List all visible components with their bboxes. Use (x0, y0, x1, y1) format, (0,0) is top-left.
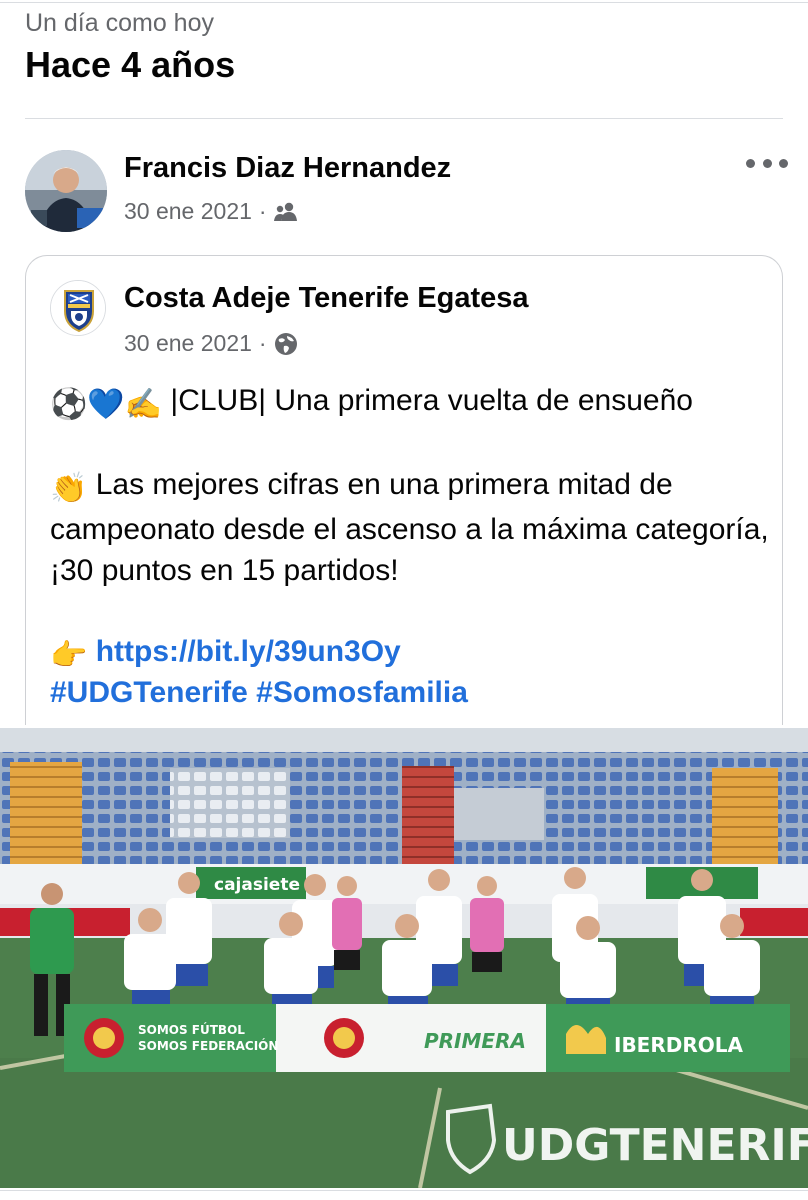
post-photo[interactable]: cajasiete SOMOS FÚTBOL SOMOS FEDERACIÓN … (0, 728, 808, 1188)
globe-icon (274, 332, 297, 355)
pointing-emoji: 👉 (50, 639, 88, 672)
banner-cajasiete: cajasiete (214, 875, 300, 895)
meta-separator: · (258, 198, 267, 224)
shared-post-meta: 30 ene 2021 · (124, 330, 298, 357)
headline-text: |CLUB| Una primera vuelta de ensueño (170, 384, 693, 417)
bottom-divider (0, 1190, 808, 1191)
author-avatar-image (25, 150, 107, 232)
post-body: 👏 Las mejores cifras en una primera mita… (50, 464, 770, 591)
club-crest-icon (51, 281, 105, 335)
author-avatar[interactable] (25, 150, 107, 232)
page-name[interactable]: Costa Adeje Tenerife Egatesa (124, 282, 529, 315)
post-hashtags: #UDGTenerife #Somosfamilia (50, 672, 770, 713)
post-date[interactable]: 30 ene 2021 (124, 198, 252, 225)
memory-title: Hace 4 años (25, 44, 236, 85)
page-logo[interactable] (50, 280, 106, 336)
section-divider (25, 118, 783, 119)
memory-kicker: Un día como hoy (25, 9, 214, 37)
shared-post-date[interactable]: 30 ene 2021 (124, 330, 252, 357)
hashtags[interactable]: #UDGTenerife #Somosfamilia (50, 676, 468, 709)
clapping-emoji: 👏 (50, 472, 88, 505)
meta-separator: · (258, 330, 267, 356)
more-options-icon[interactable] (746, 150, 788, 176)
board-iberdrola: IBERDROLA (614, 1033, 743, 1057)
post-meta: 30 ene 2021 · (124, 198, 298, 225)
top-divider (0, 2, 808, 3)
author-name[interactable]: Francis Diaz Hernandez (124, 152, 451, 185)
post-headline: ⚽💙✍️ |CLUB| Una primera vuelta de ensueñ… (50, 380, 770, 425)
udg-watermark: UDGTENERIFE (502, 1120, 808, 1171)
board-slogan-line-1: SOMOS FÚTBOL (138, 1022, 245, 1037)
shared-post-card: Costa Adeje Tenerife Egatesa 30 ene 2021… (25, 255, 783, 725)
headline-emojis: ⚽💙✍️ (50, 388, 163, 421)
board-primera: PRIMERA (424, 1029, 526, 1053)
board-slogan-line-2: SOMOS FEDERACIÓN (138, 1038, 278, 1053)
post-link[interactable]: https://bit.ly/39un3Oy (96, 635, 401, 668)
post-link-row: 👉 https://bit.ly/39un3Oy (50, 631, 770, 676)
post-body-text: Las mejores cifras en una primera mitad … (50, 468, 769, 587)
friends-icon (273, 202, 297, 221)
team-photo-image: cajasiete SOMOS FÚTBOL SOMOS FEDERACIÓN … (0, 728, 808, 1188)
